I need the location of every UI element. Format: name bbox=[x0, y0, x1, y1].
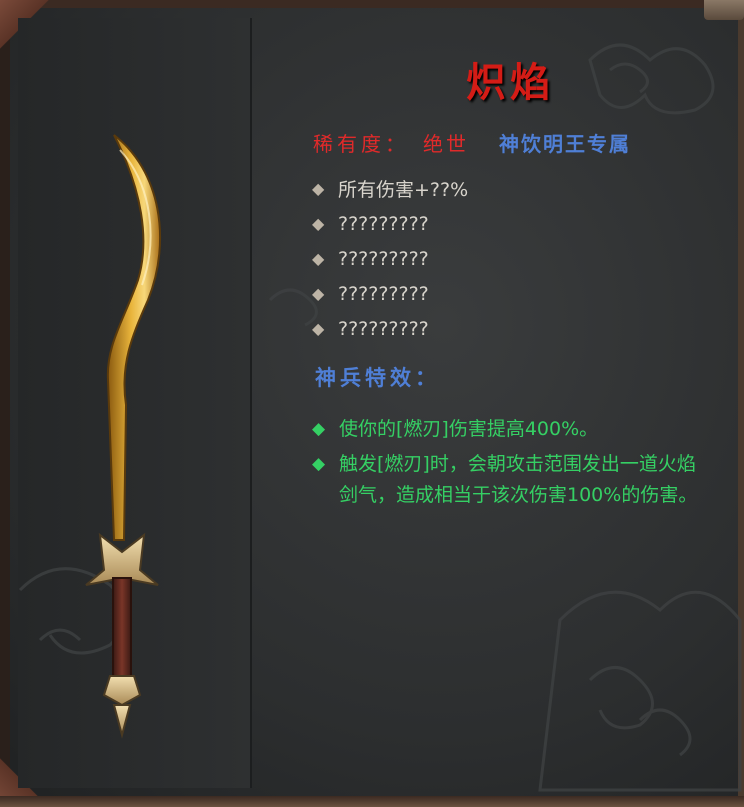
frame-bottom-border bbox=[0, 796, 744, 807]
diamond-bullet-icon: ◆ bbox=[312, 214, 325, 233]
diamond-bullet-icon: ◆ bbox=[312, 284, 325, 303]
diamond-bullet-icon: ◆ bbox=[312, 319, 325, 338]
special-effect-text: 使你的[燃刃]伤害提高400%。 bbox=[339, 418, 599, 440]
golden-curved-sword-icon bbox=[85, 134, 162, 739]
stat-text: ????????? bbox=[338, 212, 429, 235]
weapon-detail-panel: 炽焰 稀有度： 绝世 神饮明王专属 ◆ 所有伤害+??% ◆????????? ◆??… bbox=[0, 0, 744, 807]
special-effect-item: ◆ 使你的[燃刃]伤害提高400%。 bbox=[312, 414, 707, 445]
diamond-bullet-icon: ◆ bbox=[312, 179, 325, 198]
special-effect-heading: 神兵特效： bbox=[315, 366, 440, 390]
special-effect-item: ◆ 触发[燃刃]时，会朝攻击范围发出一道火焰剑气，造成相当于该次伤害100%的伤害… bbox=[312, 449, 707, 511]
stat-item: ◆????????? bbox=[312, 206, 468, 241]
stat-text: 所有伤害+??% bbox=[338, 179, 469, 201]
stat-item: ◆ 所有伤害+??% bbox=[312, 171, 468, 206]
green-diamond-bullet-icon: ◆ bbox=[312, 419, 326, 439]
weapon-name-title: 炽焰 bbox=[466, 59, 554, 106]
stat-item: ◆????????? bbox=[312, 311, 468, 346]
special-effect-text: 触发[燃刃]时，会朝攻击范围发出一道火焰剑气，造成相当于该次伤害100%的伤害。 bbox=[339, 453, 698, 506]
stat-text: ????????? bbox=[338, 247, 429, 270]
stat-list: ◆ 所有伤害+??% ◆????????? ◆????????? ◆???????… bbox=[312, 171, 468, 346]
rarity-value: 绝世 bbox=[423, 132, 469, 156]
exclusive-owner-label: 神饮明王专属 bbox=[499, 132, 631, 156]
green-diamond-bullet-icon: ◆ bbox=[312, 454, 326, 474]
rarity-label: 稀有度： bbox=[313, 132, 409, 156]
special-effect-list: ◆ 使你的[燃刃]伤害提高400%。 ◆ 触发[燃刃]时，会朝攻击范围发出一道火焰剑… bbox=[312, 414, 707, 515]
stat-item: ◆????????? bbox=[312, 276, 468, 311]
stat-item: ◆????????? bbox=[312, 241, 468, 276]
rarity-row: 稀有度： 绝世 神饮明王专属 bbox=[313, 128, 631, 158]
diamond-bullet-icon: ◆ bbox=[312, 249, 325, 268]
stat-text: ????????? bbox=[338, 282, 429, 305]
stat-text: ????????? bbox=[338, 317, 429, 340]
